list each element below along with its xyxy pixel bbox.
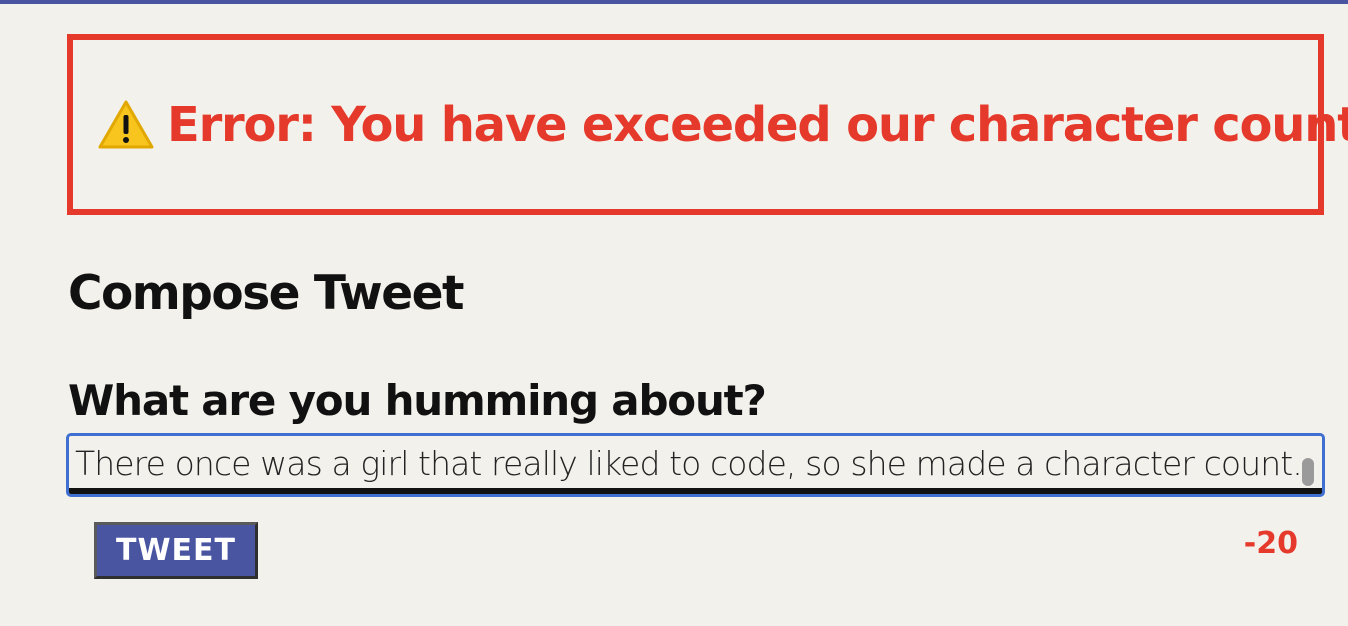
warning-icon [97,99,155,151]
textarea-bottom-border [69,488,1322,494]
page-title: Compose Tweet [68,266,464,321]
tweet-field-label: What are you humming about? [68,376,767,425]
tweet-textarea[interactable]: There once was a girl that really liked … [66,433,1325,497]
textarea-scrollbar-thumb[interactable] [1302,458,1314,486]
top-accent-bar [0,0,1348,4]
error-banner: Error: You have exceeded our character c… [67,34,1348,215]
tweet-button[interactable]: TWEET [94,522,258,579]
error-message: Error: You have exceeded our character c… [167,96,1348,153]
character-count: -20 [1243,526,1298,561]
tweet-textarea-value: There once was a girl that really liked … [75,444,1303,483]
